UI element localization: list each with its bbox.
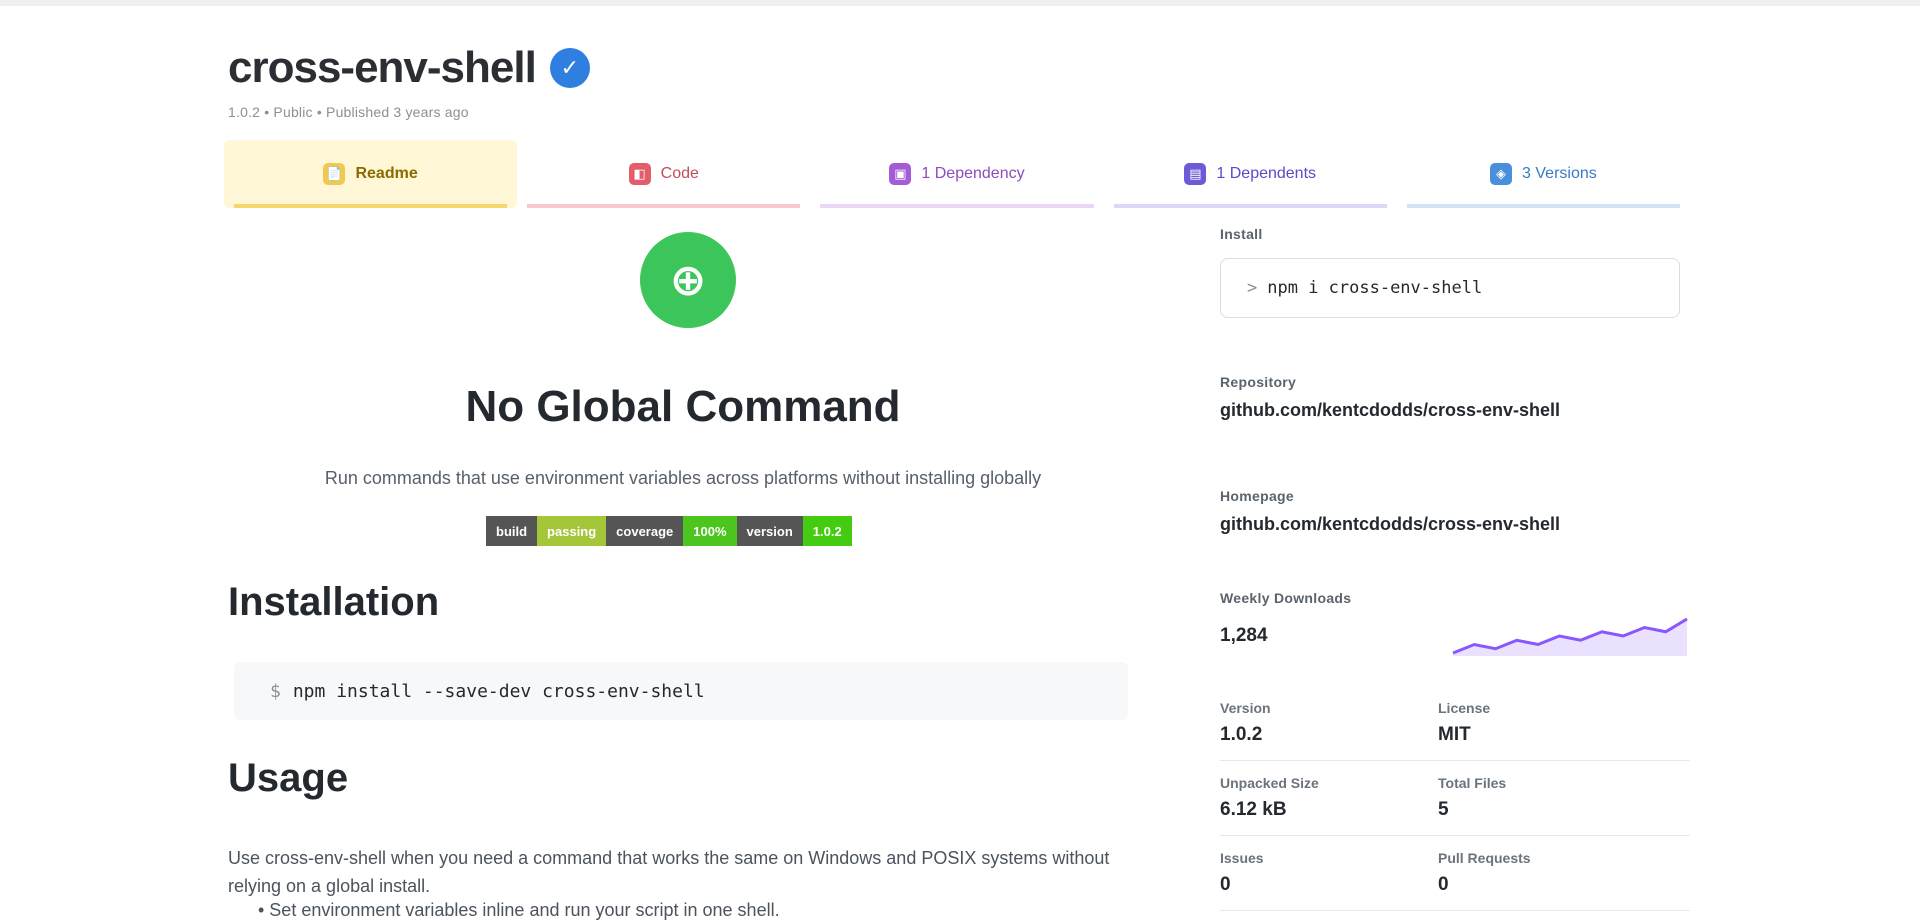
stat-label: Unpacked Size xyxy=(1220,775,1319,791)
usage-paragraph: Use cross-env-shell when you need a comm… xyxy=(228,848,1110,896)
package-meta: 1.0.2 • Public • Published 3 years ago xyxy=(228,104,469,120)
repository-label: Repository xyxy=(1220,374,1297,390)
usage-list-item: • Set environment variables inline and r… xyxy=(258,900,780,920)
readme-description: Run commands that use environment variab… xyxy=(324,468,1042,488)
package-tabs: 📄 Readme ◧ Code ▣ 1 Dependency ▤ 1 Depen… xyxy=(224,140,1690,208)
coverage-badge[interactable]: coverage 100% xyxy=(606,516,737,546)
stat-value: 0 xyxy=(1438,874,1449,895)
tab-underline xyxy=(1406,204,1681,208)
stat-value: 6.12 kB xyxy=(1220,799,1287,820)
build-badge[interactable]: build passing xyxy=(486,516,607,546)
downloads-sparkline xyxy=(1452,617,1688,656)
downloads-row: 1,284 xyxy=(1220,616,1690,656)
install-label: Install xyxy=(1220,226,1263,242)
tab-underline xyxy=(527,204,801,208)
badge-row: build passing coverage 100% version 1.0.… xyxy=(486,516,852,546)
stats-row: Version 1.0.2 License MIT xyxy=(1220,686,1690,761)
stat-total-files: Total Files 5 xyxy=(1438,775,1656,821)
stat-value: 1.0.2 xyxy=(1220,724,1263,745)
tab-underline xyxy=(1113,204,1387,208)
homepage-label: Homepage xyxy=(1220,488,1294,504)
badge-value: passing xyxy=(537,516,607,546)
stat-issues[interactable]: Issues 0 xyxy=(1220,850,1438,896)
usage-heading: Usage xyxy=(228,756,349,800)
terminal-chevron-icon: > xyxy=(1247,278,1258,298)
shell-prompt: $ xyxy=(270,680,281,702)
tab-readme[interactable]: 📄 Readme xyxy=(224,140,518,208)
badge-key: coverage xyxy=(606,516,684,546)
tab-dependencies[interactable]: ▣ 1 Dependency xyxy=(810,140,1103,208)
project-logo-icon: ⊕ xyxy=(640,232,736,328)
stat-value: MIT xyxy=(1438,724,1471,745)
dependencies-icon: ▣ xyxy=(889,163,912,185)
tab-underline xyxy=(234,204,508,208)
tab-versions[interactable]: ◈ 3 Versions xyxy=(1397,140,1690,208)
stat-label: Pull Requests xyxy=(1438,850,1531,866)
repository-block: Repository github.com/kentcdodds/cross-e… xyxy=(1220,374,1560,421)
readme-icon: 📄 xyxy=(323,163,346,185)
stat-label: Total Files xyxy=(1438,775,1507,791)
installation-heading: Installation xyxy=(228,580,440,624)
repository-link[interactable]: github.com/kentcdodds/cross-env-shell xyxy=(1220,400,1560,421)
badge-value: 100% xyxy=(683,516,737,546)
install-command-box[interactable]: > npm i cross-env-shell xyxy=(1220,258,1680,318)
weekly-downloads-count: 1,284 xyxy=(1220,625,1268,646)
version-badge[interactable]: version 1.0.2 xyxy=(736,516,852,546)
tab-dependents[interactable]: ▤ 1 Dependents xyxy=(1104,140,1397,208)
badge-value: 1.0.2 xyxy=(802,516,852,546)
stat-unpacked-size: Unpacked Size 6.12 kB xyxy=(1220,775,1438,821)
tab-versions-label: 3 Versions xyxy=(1522,165,1597,182)
weekly-downloads-label: Weekly Downloads xyxy=(1220,590,1352,606)
stat-value: 5 xyxy=(1438,799,1449,820)
stats-row: Unpacked Size 6.12 kB Total Files 5 xyxy=(1220,761,1690,836)
stat-label: Version xyxy=(1220,700,1271,716)
code-icon: ◧ xyxy=(628,163,651,185)
package-name: cross-env-shell xyxy=(228,43,537,92)
package-sidebar: Install > npm i cross-env-shell Reposito… xyxy=(1220,226,1690,911)
package-stats-grid: Version 1.0.2 License MIT Unpacked Size … xyxy=(1220,686,1690,911)
readme-title: No Global Command xyxy=(465,382,901,431)
stat-label: Issues xyxy=(1220,850,1264,866)
package-header: cross-env-shell ✓ 1.0.2 • Public • Publi… xyxy=(228,46,590,120)
tab-underline xyxy=(820,204,1094,208)
install-code-block[interactable]: $ npm install --save-dev cross-env-shell xyxy=(234,662,1128,720)
tab-dependents-label: 1 Dependents xyxy=(1216,165,1317,182)
package-title-row: cross-env-shell ✓ xyxy=(228,46,590,90)
homepage-link[interactable]: github.com/kentcdodds/cross-env-shell xyxy=(1220,514,1560,535)
stat-license: License MIT xyxy=(1438,700,1656,746)
versions-icon: ◈ xyxy=(1490,163,1513,185)
stat-pull-requests[interactable]: Pull Requests 0 xyxy=(1438,850,1656,896)
stat-label: License xyxy=(1438,700,1491,716)
badge-key: build xyxy=(486,516,538,546)
stat-version: Version 1.0.2 xyxy=(1220,700,1438,746)
verified-icon: ✓ xyxy=(549,48,590,88)
install-code-text: npm install --save-dev cross-env-shell xyxy=(292,680,705,702)
weekly-downloads-block: Weekly Downloads 1,284 xyxy=(1220,590,1690,656)
stat-value: 0 xyxy=(1220,874,1231,895)
top-border xyxy=(0,0,1920,6)
stats-row: Issues 0 Pull Requests 0 xyxy=(1220,836,1690,911)
tab-code-label: Code xyxy=(660,165,699,182)
dependents-icon: ▤ xyxy=(1184,163,1207,185)
badge-key: version xyxy=(736,516,803,546)
tab-code[interactable]: ◧ Code xyxy=(517,140,810,208)
tab-dependencies-label: 1 Dependency xyxy=(921,165,1025,182)
install-command-text: npm i cross-env-shell xyxy=(1267,278,1483,298)
tab-readme-label: Readme xyxy=(355,165,418,182)
homepage-block: Homepage github.com/kentcdodds/cross-env… xyxy=(1220,488,1560,535)
